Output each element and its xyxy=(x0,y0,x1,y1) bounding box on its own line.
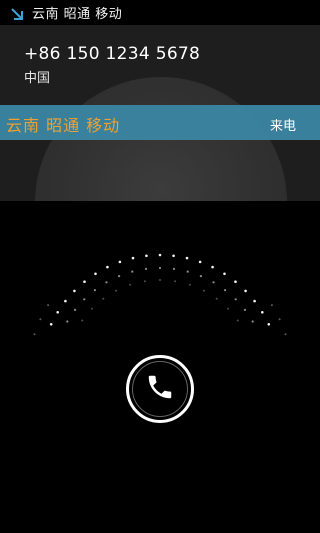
phone-icon xyxy=(145,372,175,406)
glow-dot xyxy=(81,319,84,322)
glow-dot xyxy=(145,254,148,258)
glow-dot xyxy=(118,275,121,278)
glow-dot xyxy=(227,307,230,310)
glow-dot xyxy=(74,308,77,311)
glow-dot xyxy=(212,281,215,284)
glow-dot xyxy=(223,272,226,276)
glow-dot xyxy=(158,266,162,270)
answer-call-handle[interactable] xyxy=(126,355,194,423)
glow-dot xyxy=(244,289,247,293)
call-state-label: 来电 xyxy=(269,119,296,134)
glow-dot xyxy=(64,299,67,303)
glow-dot xyxy=(47,304,50,307)
glow-dot xyxy=(284,333,287,336)
glow-dot xyxy=(144,267,148,270)
glow-dot xyxy=(215,297,218,300)
glow-dot xyxy=(243,308,246,311)
caller-phone-number: +86 150 1234 5678 xyxy=(24,44,201,64)
glow-dot xyxy=(186,270,189,273)
glow-dot xyxy=(236,319,239,322)
glow-dot xyxy=(56,311,59,314)
glow-dot xyxy=(172,267,176,270)
glow-pad-dots xyxy=(33,253,287,336)
glow-dot xyxy=(261,311,264,314)
glow-dot xyxy=(102,297,105,300)
glow-dot xyxy=(118,260,122,264)
glow-dot xyxy=(251,320,254,323)
caller-location-bar: 云南 昭通 移动 来电 xyxy=(0,105,320,140)
caller-location: 云南 昭通 移动 xyxy=(6,116,121,135)
glow-dot xyxy=(159,279,161,281)
glow-dot xyxy=(267,323,271,326)
glow-dot xyxy=(106,265,109,269)
glow-dot xyxy=(185,256,189,260)
caller-info-panel: +86 150 1234 5678 中国 云南 昭通 移动 来电 xyxy=(0,25,320,201)
glow-dot xyxy=(93,289,96,292)
glow-dot xyxy=(83,298,86,301)
glow-dot xyxy=(158,253,162,257)
incoming-call-screen: 云南 昭通 移动 +86 150 1234 5678 中国 云南 昭通 移动 来… xyxy=(0,0,320,533)
caller-country: 中国 xyxy=(24,71,51,86)
status-bar-text: 云南 昭通 移动 xyxy=(32,7,123,22)
glow-dot xyxy=(234,280,237,283)
glow-dot xyxy=(188,283,191,286)
glow-dot xyxy=(224,289,227,292)
glow-dot xyxy=(278,318,281,321)
glow-dot xyxy=(39,318,42,321)
glow-dot xyxy=(115,289,118,292)
glow-dot xyxy=(105,281,108,284)
glow-dot xyxy=(174,280,177,283)
glow-dot xyxy=(211,265,214,269)
glow-dot xyxy=(234,298,237,301)
glow-dot xyxy=(253,299,256,303)
glow-dot xyxy=(129,283,132,286)
glow-dot xyxy=(131,256,135,260)
glow-dot xyxy=(143,280,146,283)
glow-dot xyxy=(198,260,202,264)
call-incoming-arrow-icon xyxy=(10,6,24,20)
glow-dot xyxy=(270,304,273,307)
glow-dot xyxy=(83,280,86,283)
glow-dot xyxy=(49,323,53,326)
status-bar: 云南 昭通 移动 xyxy=(0,0,320,25)
glow-dot xyxy=(199,275,202,278)
glow-dot xyxy=(73,289,76,293)
glow-dot xyxy=(131,270,134,273)
glow-dot xyxy=(90,307,93,310)
glow-dot xyxy=(33,333,36,336)
glow-dot xyxy=(66,320,69,323)
glow-dot xyxy=(202,289,205,292)
glow-dot xyxy=(94,272,97,276)
glow-dot xyxy=(172,254,175,258)
